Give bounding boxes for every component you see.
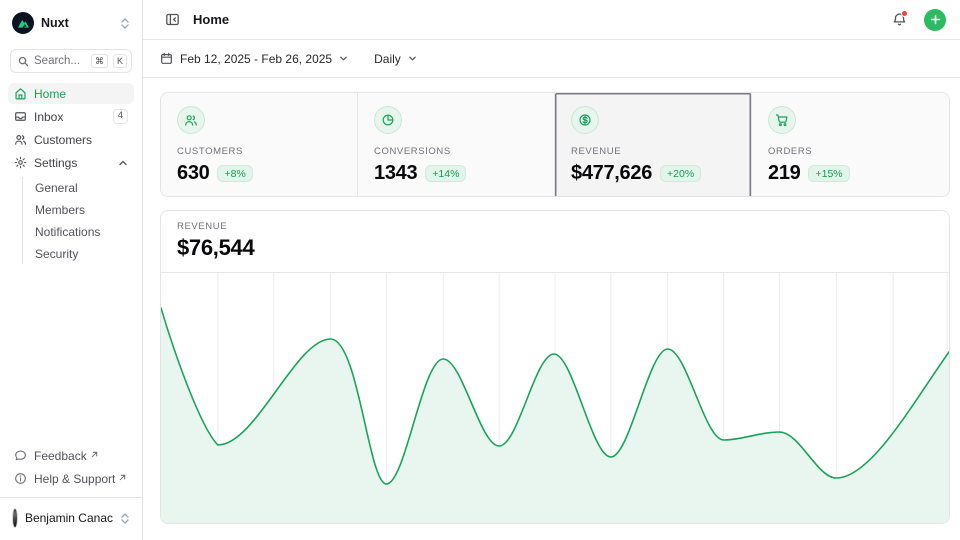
home-icon bbox=[14, 87, 27, 100]
user-name: Benjamin Canac bbox=[25, 511, 113, 525]
external-link-icon bbox=[119, 470, 126, 484]
notification-dot bbox=[901, 10, 908, 17]
sidebar-item-customers[interactable]: Customers bbox=[8, 129, 134, 150]
search-icon bbox=[18, 56, 29, 67]
pie-chart-icon bbox=[374, 106, 402, 134]
users-icon bbox=[177, 106, 205, 134]
stat-delta-badge: +20% bbox=[660, 165, 701, 182]
chart-header: REVENUE $76,544 bbox=[161, 211, 949, 273]
users-icon bbox=[14, 133, 27, 146]
stat-card-customers[interactable]: CUSTOMERS 630 +8% bbox=[161, 93, 358, 197]
sidebar-item-label: Home bbox=[34, 87, 128, 101]
chevrons-up-down-icon bbox=[120, 17, 130, 30]
stat-card-revenue[interactable]: REVENUE $477,626 +20% bbox=[555, 93, 752, 197]
dollar-circle-icon bbox=[571, 106, 599, 134]
sidebar-footer: Feedback Help & Support Benjamin Canac bbox=[8, 445, 134, 532]
notifications-button[interactable] bbox=[887, 8, 911, 32]
stat-delta-badge: +8% bbox=[217, 165, 252, 182]
chevrons-up-down-icon bbox=[120, 512, 130, 525]
date-range-picker[interactable]: Feb 12, 2025 - Feb 26, 2025 bbox=[160, 52, 348, 66]
kbd-k: K bbox=[113, 54, 127, 69]
kbd-cmd: ⌘ bbox=[91, 54, 108, 69]
nuxt-logo-icon bbox=[12, 12, 34, 34]
filters-toolbar: Feb 12, 2025 - Feb 26, 2025 Daily bbox=[143, 40, 960, 78]
stat-label: CONVERSIONS bbox=[374, 146, 538, 157]
external-link-icon bbox=[91, 447, 98, 461]
revenue-chart-card: REVENUE $76,544 bbox=[160, 210, 950, 524]
sidebar-item-home[interactable]: Home bbox=[8, 83, 134, 104]
inbox-icon bbox=[14, 110, 27, 123]
divider bbox=[0, 497, 142, 498]
sidebar-item-security[interactable]: Security bbox=[35, 243, 134, 264]
sidebar-item-label: Settings bbox=[34, 156, 111, 170]
stat-value: $477,626 bbox=[571, 162, 652, 185]
chat-bubble-icon bbox=[14, 449, 27, 462]
avatar bbox=[12, 508, 18, 528]
plus-icon bbox=[930, 14, 941, 25]
chart-kicker-label: REVENUE bbox=[177, 221, 933, 232]
stat-delta-badge: +15% bbox=[808, 165, 849, 182]
panel-left-icon bbox=[165, 12, 180, 27]
calendar-icon bbox=[160, 52, 173, 65]
sidebar-item-general[interactable]: General bbox=[35, 177, 134, 198]
sidebar: Nuxt ⌘ K Home Inbox 4 Customers bbox=[0, 0, 143, 540]
sidebar-item-inbox[interactable]: Inbox 4 bbox=[8, 106, 134, 127]
period-select[interactable]: Daily bbox=[374, 52, 417, 66]
shopping-cart-icon bbox=[768, 106, 796, 134]
workspace-selector[interactable]: Nuxt bbox=[8, 8, 134, 38]
main-panel: Home Feb 12, 2025 - Feb 26, 2025 Daily bbox=[143, 0, 960, 540]
stat-card-conversions[interactable]: CONVERSIONS 1343 +14% bbox=[358, 93, 555, 197]
content-area: CUSTOMERS 630 +8% CONVERSIONS 1343 +14% bbox=[143, 78, 960, 540]
sidebar-item-label: Inbox bbox=[34, 110, 106, 124]
stat-value: 219 bbox=[768, 162, 800, 185]
chevron-down-icon bbox=[408, 54, 417, 63]
period-value: Daily bbox=[374, 52, 401, 66]
gear-icon bbox=[14, 156, 27, 169]
revenue-area-chart[interactable]: 14 Feb 16 Feb 18 Feb 20 Feb 22 Feb 24 Fe… bbox=[161, 273, 949, 523]
settings-sub-list: General Members Notifications Security bbox=[22, 177, 134, 264]
sidebar-item-members[interactable]: Members bbox=[35, 199, 134, 220]
feedback-label: Feedback bbox=[34, 449, 87, 463]
sidebar-item-notifications[interactable]: Notifications bbox=[35, 221, 134, 242]
user-menu[interactable]: Benjamin Canac bbox=[8, 506, 134, 532]
help-support-label: Help & Support bbox=[34, 472, 115, 486]
feedback-link[interactable]: Feedback bbox=[8, 445, 134, 466]
stat-label: CUSTOMERS bbox=[177, 146, 341, 157]
search-input[interactable] bbox=[34, 55, 86, 67]
help-support-link[interactable]: Help & Support bbox=[8, 468, 134, 489]
stat-delta-badge: +14% bbox=[425, 165, 466, 182]
stat-label: ORDERS bbox=[768, 146, 933, 157]
stat-value: 630 bbox=[177, 162, 209, 185]
page-title: Home bbox=[193, 12, 229, 27]
info-circle-icon bbox=[14, 472, 27, 485]
chart-total-value: $76,544 bbox=[177, 235, 933, 261]
stat-value: 1343 bbox=[374, 162, 417, 185]
inbox-count-badge: 4 bbox=[113, 109, 128, 124]
date-range-value: Feb 12, 2025 - Feb 26, 2025 bbox=[180, 52, 332, 66]
chart-x-axis: 14 Feb 16 Feb 18 Feb 20 Feb 22 Feb 24 Fe… bbox=[161, 523, 949, 524]
stat-card-orders[interactable]: ORDERS 219 +15% bbox=[752, 93, 949, 197]
add-button[interactable] bbox=[924, 9, 946, 31]
stat-label: REVENUE bbox=[571, 146, 735, 157]
sidebar-nav: Home Inbox 4 Customers Settings General bbox=[8, 83, 134, 264]
collapse-sidebar-button[interactable] bbox=[160, 8, 184, 32]
chevron-up-icon bbox=[118, 158, 128, 168]
sidebar-item-label: Customers bbox=[34, 133, 128, 147]
chevron-down-icon bbox=[339, 54, 348, 63]
stats-row: CUSTOMERS 630 +8% CONVERSIONS 1343 +14% bbox=[160, 92, 950, 197]
chart-svg bbox=[161, 273, 949, 523]
dashboard-app: Nuxt ⌘ K Home Inbox 4 Customers bbox=[0, 0, 960, 540]
search-input-wrap[interactable]: ⌘ K bbox=[10, 49, 132, 73]
top-header: Home bbox=[143, 0, 960, 40]
workspace-name: Nuxt bbox=[41, 16, 113, 30]
sidebar-item-settings[interactable]: Settings bbox=[8, 152, 134, 173]
